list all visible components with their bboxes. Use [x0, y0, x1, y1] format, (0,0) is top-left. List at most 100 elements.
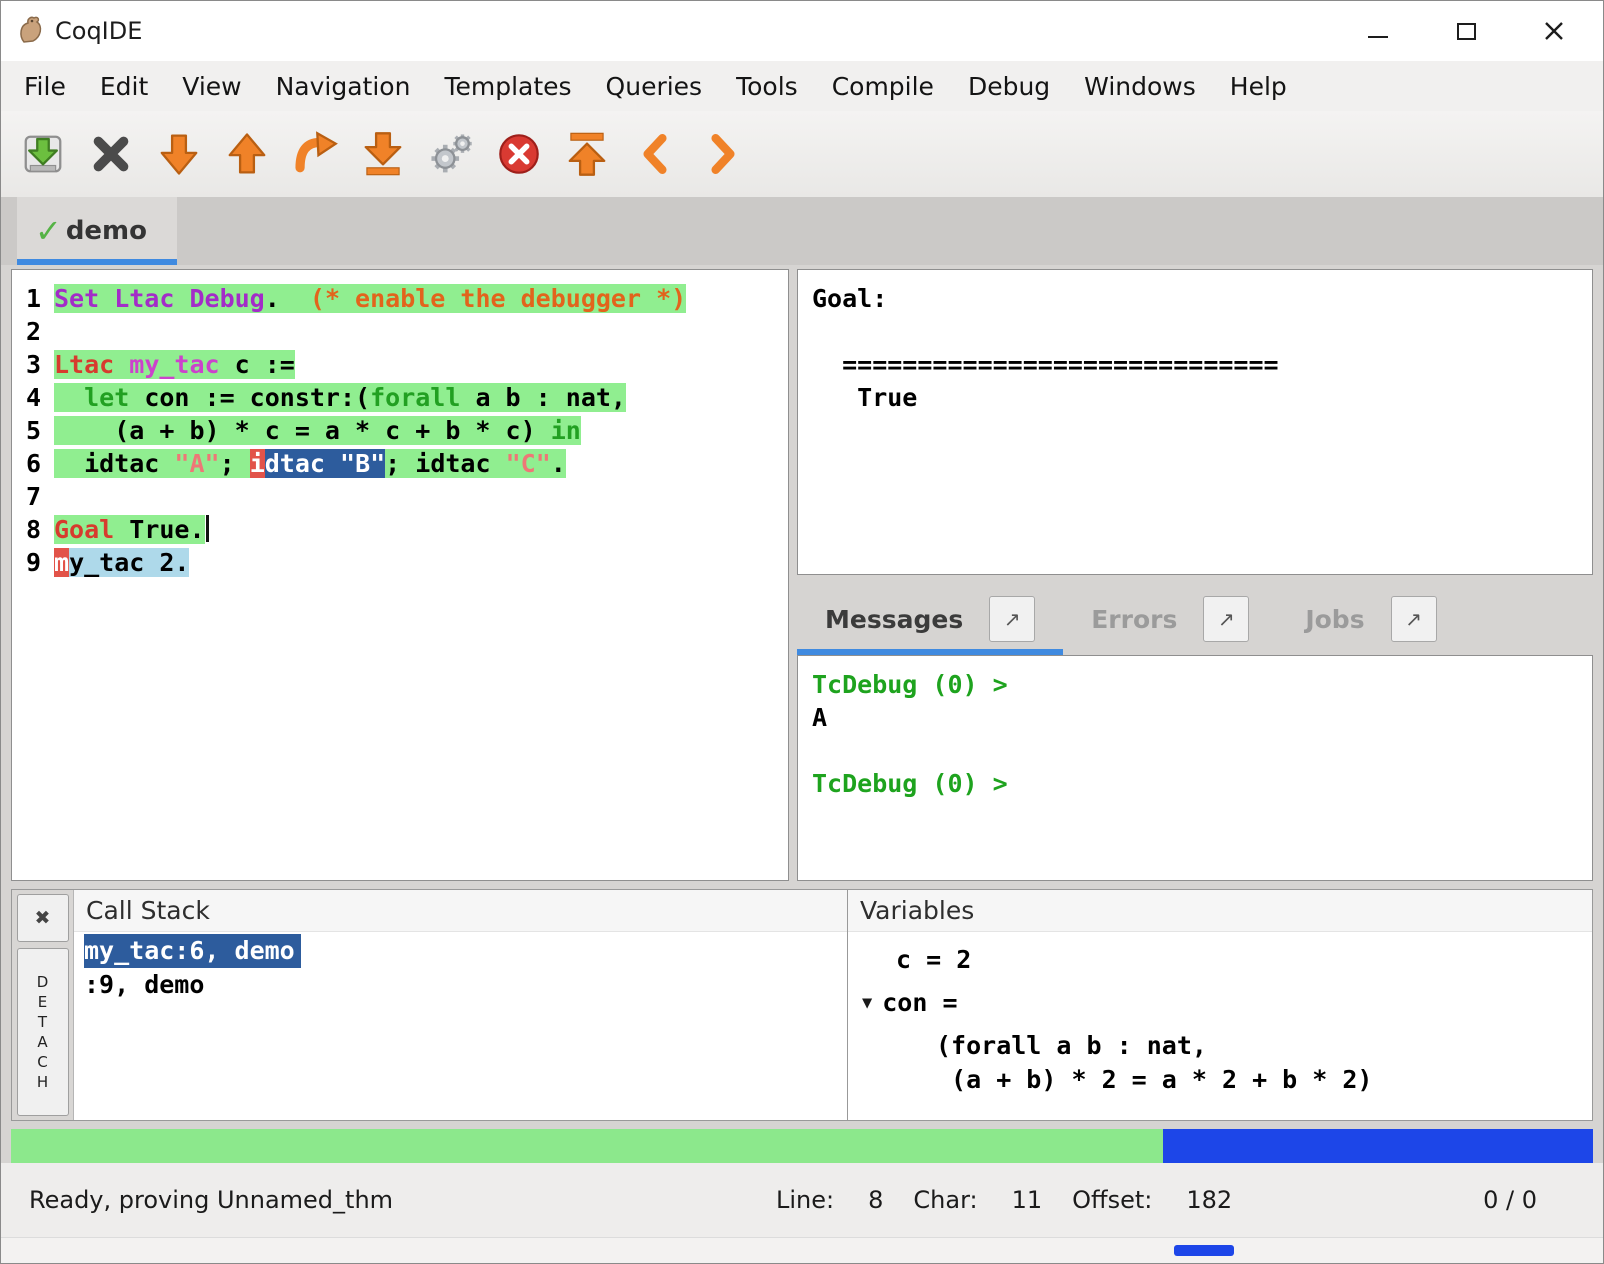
title-bar: CoqIDE	[1, 1, 1603, 61]
code-line-1[interactable]: 1Set Ltac Debug. (* enable the debugger …	[12, 282, 788, 315]
variable-row[interactable]: c = 2	[848, 943, 1592, 977]
message-line	[812, 734, 1578, 767]
detach-messages-button[interactable]: ↗	[989, 596, 1035, 642]
menu-windows[interactable]: Windows	[1067, 72, 1213, 101]
variable-row[interactable]: ▼con =	[848, 986, 1592, 1020]
call-stack-panel: ✖ DETACH Call Stack my_tac:6, demo:9, de…	[12, 890, 848, 1120]
code-text: (a + b) * c = a * c + b * c) in	[54, 414, 581, 447]
call-stack-entry[interactable]: :9, demo	[84, 968, 210, 1002]
detach-errors-button[interactable]: ↗	[1203, 596, 1249, 642]
variable-row[interactable]: (a + b) * 2 = a * 2 + b * 2)	[848, 1063, 1592, 1097]
line-number-1[interactable]: 1	[12, 282, 54, 315]
restart-button[interactable]	[553, 118, 621, 190]
close-icon	[1543, 20, 1565, 42]
message-line: TcDebug (0) >	[812, 668, 1578, 701]
variable-row[interactable]: (forall a b : nat,	[848, 1029, 1592, 1063]
fully-check-button[interactable]	[417, 118, 485, 190]
close-button[interactable]	[1539, 16, 1569, 46]
interrupt-button[interactable]	[485, 118, 553, 190]
messages-panel: TcDebug (0) > A TcDebug (0) >	[797, 655, 1593, 881]
script-editor[interactable]: 1Set Ltac Debug. (* enable the debugger …	[11, 269, 789, 881]
code-line-9[interactable]: 9my_tac 2.	[12, 546, 788, 579]
find-previous-button[interactable]	[621, 118, 689, 190]
chevron-right-icon	[702, 133, 744, 175]
code-line-6[interactable]: 6 idtac "A"; idtac "B"; idtac "C".	[12, 447, 788, 480]
code-line-7[interactable]: 7	[12, 480, 788, 513]
progress-remaining	[1163, 1129, 1593, 1163]
char-value: 11	[1012, 1186, 1043, 1214]
window-title: CoqIDE	[55, 17, 142, 45]
menu-queries[interactable]: Queries	[589, 72, 720, 101]
code-line-2[interactable]: 2	[12, 315, 788, 348]
tab-messages[interactable]: Messages ↗	[797, 583, 1063, 655]
menu-tools[interactable]: Tools	[719, 72, 815, 101]
line-number-6[interactable]: 6	[12, 447, 54, 480]
debugger-panels: ✖ DETACH Call Stack my_tac:6, demo:9, de…	[11, 889, 1593, 1121]
menu-view[interactable]: View	[165, 72, 258, 101]
line-number-5[interactable]: 5	[12, 414, 54, 447]
code-line-8[interactable]: 8Goal True.	[12, 513, 788, 546]
toolbar	[1, 111, 1603, 197]
line-number-8[interactable]: 8	[12, 513, 54, 546]
menu-navigation[interactable]: Navigation	[259, 72, 428, 101]
step-backward-button[interactable]	[213, 118, 281, 190]
message-line: A	[812, 701, 1578, 734]
code-line-5[interactable]: 5 (a + b) * c = a * c + b * c) in	[12, 414, 788, 447]
main-area: 1Set Ltac Debug. (* enable the debugger …	[11, 269, 1593, 881]
save-button[interactable]	[9, 118, 77, 190]
arrow-down-icon	[156, 131, 202, 177]
close-call-stack-button[interactable]: ✖	[17, 894, 69, 942]
minimize-button[interactable]	[1363, 16, 1393, 46]
menu-file[interactable]: File	[7, 72, 83, 101]
scrollbar-thumb[interactable]	[1174, 1245, 1234, 1256]
tab-jobs-label: Jobs	[1305, 605, 1364, 634]
variables-list: c = 2 ▼con = (forall a b : nat, (a + b) * …	[848, 932, 1592, 1097]
jobs-counter: 0 / 0	[1483, 1186, 1537, 1214]
line-number-9[interactable]: 9	[12, 546, 54, 579]
code-text: let con := constr:(forall a b : nat,	[54, 381, 626, 414]
expander-icon[interactable]: ▼	[862, 986, 872, 1020]
code-text: my_tac 2.	[54, 546, 189, 579]
detach-call-stack-button[interactable]: DETACH	[17, 948, 69, 1116]
menu-compile[interactable]: Compile	[815, 72, 951, 101]
code-line-4[interactable]: 4 let con := constr:(forall a b : nat,	[12, 381, 788, 414]
tab-jobs[interactable]: Jobs ↗	[1277, 583, 1464, 655]
menu-edit[interactable]: Edit	[83, 72, 165, 101]
maximize-button[interactable]	[1451, 16, 1481, 46]
tab-messages-label: Messages	[825, 605, 963, 634]
message-panel-tabs: Messages ↗ Errors ↗ Jobs ↗	[797, 583, 1593, 655]
tab-bar: ✓ demo	[1, 197, 1603, 265]
checked-icon: ✓	[35, 212, 62, 250]
line-number-2[interactable]: 2	[12, 315, 54, 348]
menu-help[interactable]: Help	[1213, 72, 1304, 101]
status-bar: Ready, proving Unnamed_thm Line: 8 Char:…	[1, 1163, 1603, 1237]
run-to-end-button[interactable]	[349, 118, 417, 190]
message-line: TcDebug (0) >	[812, 767, 1578, 800]
save-icon	[20, 131, 66, 177]
step-forward-button[interactable]	[145, 118, 213, 190]
line-number-4[interactable]: 4	[12, 381, 54, 414]
detach-icon: ↗	[1405, 607, 1422, 631]
maximize-icon	[1457, 23, 1476, 40]
progress-bar	[11, 1129, 1593, 1163]
code-line-3[interactable]: 3Ltac my_tac c :=	[12, 348, 788, 381]
menu-templates[interactable]: Templates	[427, 72, 588, 101]
tab-errors[interactable]: Errors ↗	[1063, 583, 1277, 655]
tab-errors-label: Errors	[1091, 605, 1177, 634]
menu-debug[interactable]: Debug	[951, 72, 1067, 101]
go-to-cursor-button[interactable]	[281, 118, 349, 190]
tab-demo[interactable]: ✓ demo	[17, 197, 177, 265]
line-number-3[interactable]: 3	[12, 348, 54, 381]
variables-header: Variables	[848, 890, 1592, 932]
curved-arrow-icon	[292, 131, 338, 177]
code-text: Ltac my_tac c :=	[54, 348, 295, 381]
find-next-button[interactable]	[689, 118, 757, 190]
line-number-7[interactable]: 7	[12, 480, 54, 513]
stop-x-icon	[90, 133, 132, 175]
code-text: idtac "A"; idtac "B"; idtac "C".	[54, 447, 566, 480]
goal-text: Goal: ============================= True	[812, 282, 1578, 414]
status-message: Ready, proving Unnamed_thm	[29, 1186, 393, 1214]
call-stack-entry[interactable]: my_tac:6, demo	[84, 934, 301, 968]
detach-jobs-button[interactable]: ↗	[1391, 596, 1437, 642]
stop-button[interactable]	[77, 118, 145, 190]
